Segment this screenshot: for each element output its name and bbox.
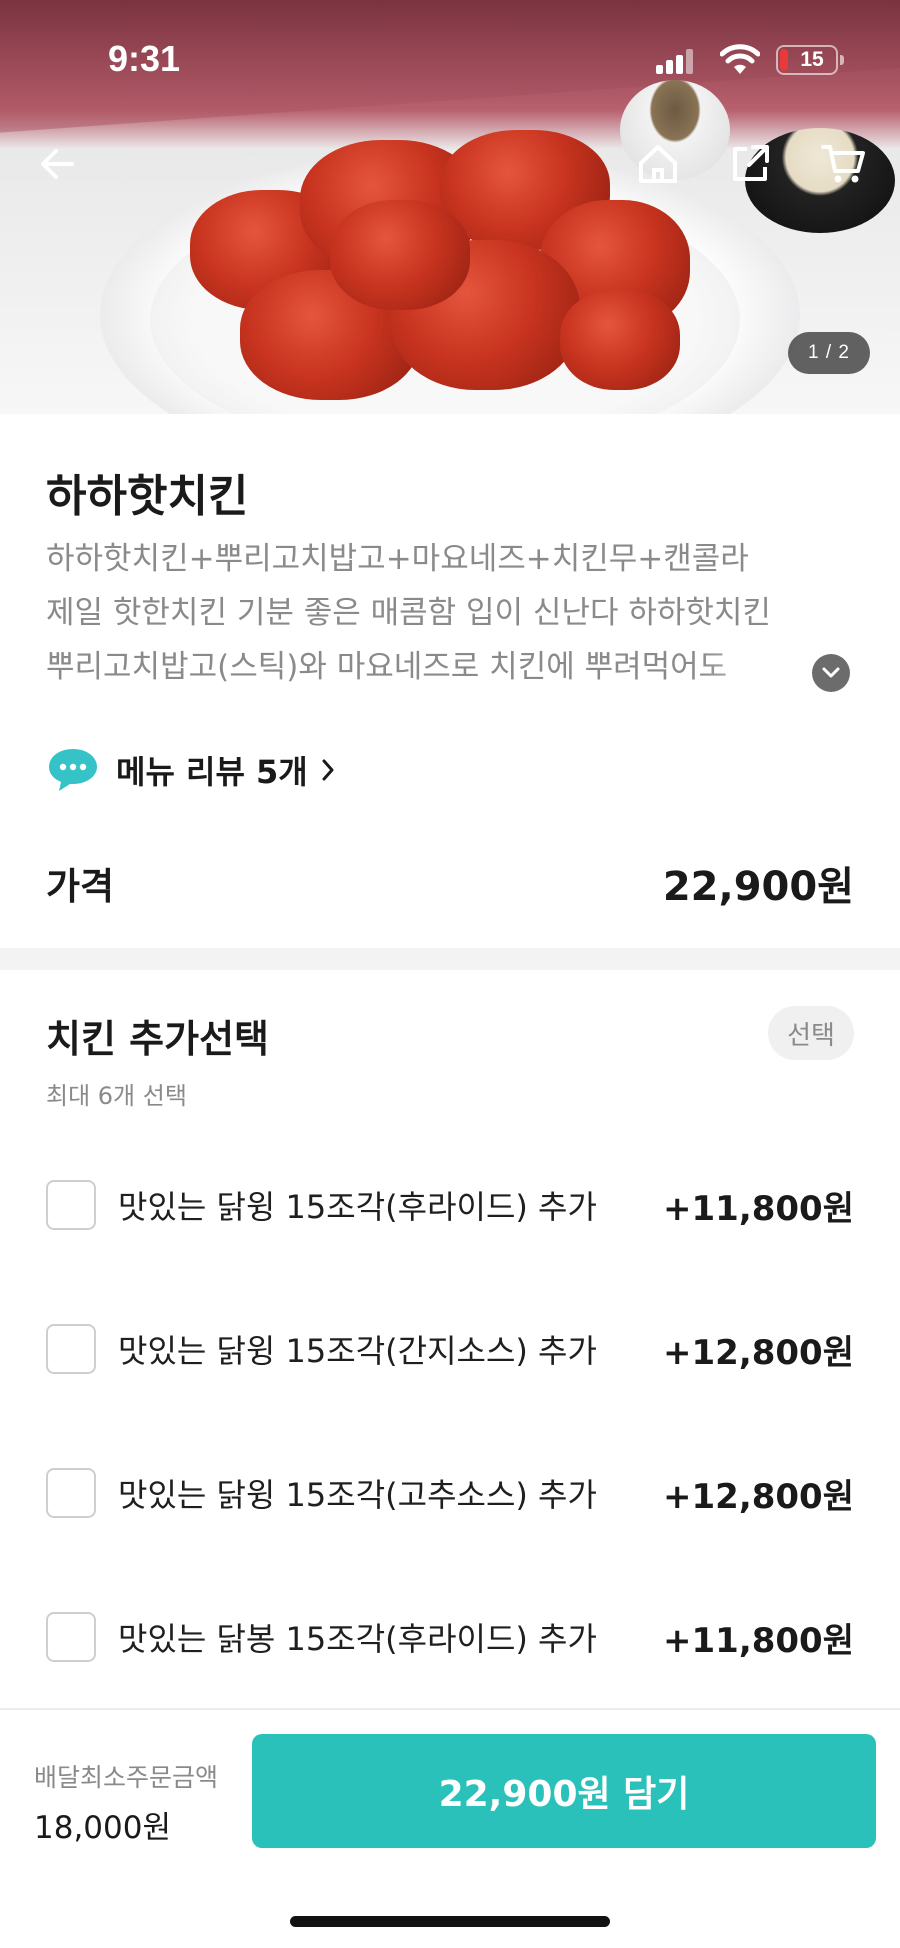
checkbox[interactable] xyxy=(46,1324,96,1374)
addon-option-price: +11,800원 xyxy=(663,1188,854,1229)
addon-option[interactable]: 맛있는 닭윙 15조각(고추소스) 추가 +12,800원 xyxy=(46,1458,854,1528)
description-line: 제일 핫한치킨 기분 좋은 매콤함 입이 신난다 하하핫치킨 xyxy=(46,595,771,631)
checkbox[interactable] xyxy=(46,1612,96,1662)
checkbox[interactable] xyxy=(46,1468,96,1518)
addon-option-price: +12,800원 xyxy=(663,1476,854,1517)
back-button[interactable] xyxy=(32,138,84,190)
share-icon xyxy=(733,145,769,181)
description-line: 하하핫치킨+뿌리고치밥고+마요네즈+치킨무+캔콜라 xyxy=(46,541,749,577)
expand-description-button[interactable] xyxy=(812,654,850,692)
cart-button[interactable] xyxy=(818,138,870,190)
cellular-signal-icon xyxy=(656,48,696,74)
addon-option[interactable]: 맛있는 닭윙 15조각(간지소스) 추가 +12,800원 xyxy=(46,1314,854,1384)
addon-option[interactable]: 맛있는 닭봉 15조각(후라이드) 추가 +11,800원 xyxy=(46,1602,854,1672)
battery-level: 15 xyxy=(800,48,824,71)
share-button[interactable] xyxy=(724,138,776,190)
addon-section-subtitle: 최대 6개 선택 xyxy=(46,1082,187,1110)
menu-review-link[interactable]: 메뉴 리뷰 5개 xyxy=(46,744,336,796)
home-button[interactable] xyxy=(632,138,684,190)
min-order-value: 18,000원 xyxy=(34,1810,171,1846)
addon-option-name: 맛있는 닭윙 15조각(후라이드) 추가 xyxy=(118,1188,597,1226)
chevron-right-icon xyxy=(322,759,334,781)
bottom-order-bar: 배달최소주문금액 18,000원 22,900원 담기 xyxy=(0,1708,900,1948)
add-to-cart-button[interactable]: 22,900원 담기 xyxy=(252,1734,876,1848)
addon-option-price: +11,800원 xyxy=(663,1620,854,1661)
price-label: 가격 xyxy=(46,865,115,908)
image-counter: 1 / 2 xyxy=(788,332,870,374)
addon-option-name: 맛있는 닭윙 15조각(고추소스) 추가 xyxy=(118,1476,597,1514)
chat-bubble-icon xyxy=(49,749,97,791)
addon-section-title: 치킨 추가선택 xyxy=(46,1017,269,1061)
optional-badge: 선택 xyxy=(768,1006,854,1060)
home-indicator[interactable] xyxy=(290,1916,610,1927)
battery-icon: 15 xyxy=(776,45,838,75)
wifi-icon xyxy=(720,44,760,74)
section-divider xyxy=(0,948,900,970)
price-row: 가격 22,900원 xyxy=(46,854,854,912)
home-icon xyxy=(639,145,677,183)
chicken-piece xyxy=(560,290,680,390)
addon-option-name: 맛있는 닭윙 15조각(간지소스) 추가 xyxy=(118,1332,597,1370)
addon-option-price: +12,800원 xyxy=(663,1332,854,1373)
status-time: 9:31 xyxy=(108,38,181,79)
chicken-piece xyxy=(330,200,470,310)
review-label: 메뉴 리뷰 5개 xyxy=(116,753,308,791)
chevron-down-icon xyxy=(822,667,840,678)
menu-title: 하하핫치킨 xyxy=(46,471,249,522)
addon-option[interactable]: 맛있는 닭윙 15조각(후라이드) 추가 +11,800원 xyxy=(46,1170,854,1240)
arrow-left-icon xyxy=(41,149,74,179)
min-order-label: 배달최소주문금액 xyxy=(34,1763,219,1792)
status-bar: 9:31 15 xyxy=(0,0,900,120)
checkbox[interactable] xyxy=(46,1180,96,1230)
addon-option-name: 맛있는 닭봉 15조각(후라이드) 추가 xyxy=(118,1620,597,1658)
price-value: 22,900원 xyxy=(662,864,854,910)
cart-icon xyxy=(821,145,865,183)
